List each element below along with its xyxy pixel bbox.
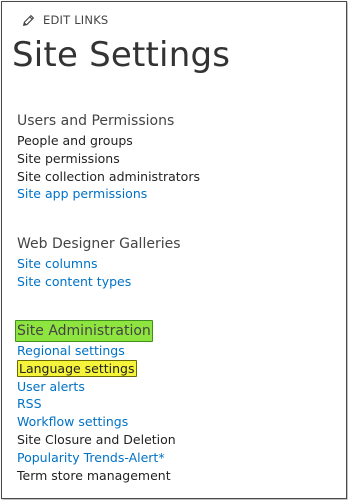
link-popularity-trends-alert[interactable]: Popularity Trends-Alert* bbox=[17, 450, 165, 465]
site-administration-highlight: Site Administration bbox=[15, 320, 153, 342]
users-permissions-links: People and groups Site permissions Site … bbox=[17, 132, 200, 203]
web-designer-links: Site columns Site content types bbox=[17, 255, 181, 291]
link-rss[interactable]: RSS bbox=[17, 396, 42, 411]
link-site-content-types[interactable]: Site content types bbox=[17, 274, 131, 289]
link-site-app-permissions[interactable]: Site app permissions bbox=[17, 186, 147, 201]
link-people-and-groups[interactable]: People and groups bbox=[17, 133, 133, 148]
section-web-designer-galleries: Web Designer Galleries Site columns Site… bbox=[17, 235, 181, 291]
section-users-and-permissions: Users and Permissions People and groups … bbox=[17, 112, 200, 203]
link-workflow-settings[interactable]: Workflow settings bbox=[17, 414, 128, 429]
pencil-icon bbox=[23, 14, 34, 26]
link-user-alerts[interactable]: User alerts bbox=[17, 379, 85, 394]
section-title-web-designer-galleries: Web Designer Galleries bbox=[17, 236, 181, 252]
site-settings-panel: EDIT LINKS Site Settings Users and Permi… bbox=[1, 1, 347, 499]
page-title: Site Settings bbox=[12, 35, 231, 75]
link-site-permissions[interactable]: Site permissions bbox=[17, 151, 120, 166]
link-site-closure-and-deletion[interactable]: Site Closure and Deletion bbox=[17, 432, 176, 447]
site-administration-links: Regional settings Language settings User… bbox=[17, 342, 176, 484]
link-regional-settings[interactable]: Regional settings bbox=[17, 343, 125, 358]
link-term-store-management[interactable]: Term store management bbox=[17, 468, 171, 483]
section-title-site-administration: Site Administration bbox=[15, 320, 176, 342]
section-title-users-and-permissions: Users and Permissions bbox=[17, 113, 175, 129]
link-language-settings[interactable]: Language settings bbox=[17, 359, 137, 377]
edit-links-button[interactable]: EDIT LINKS bbox=[22, 13, 108, 27]
link-site-columns[interactable]: Site columns bbox=[17, 256, 98, 271]
section-site-administration: Site Administration Regional settings La… bbox=[15, 320, 176, 484]
edit-links-label: EDIT LINKS bbox=[43, 13, 109, 27]
link-site-collection-administrators[interactable]: Site collection administrators bbox=[17, 169, 200, 184]
